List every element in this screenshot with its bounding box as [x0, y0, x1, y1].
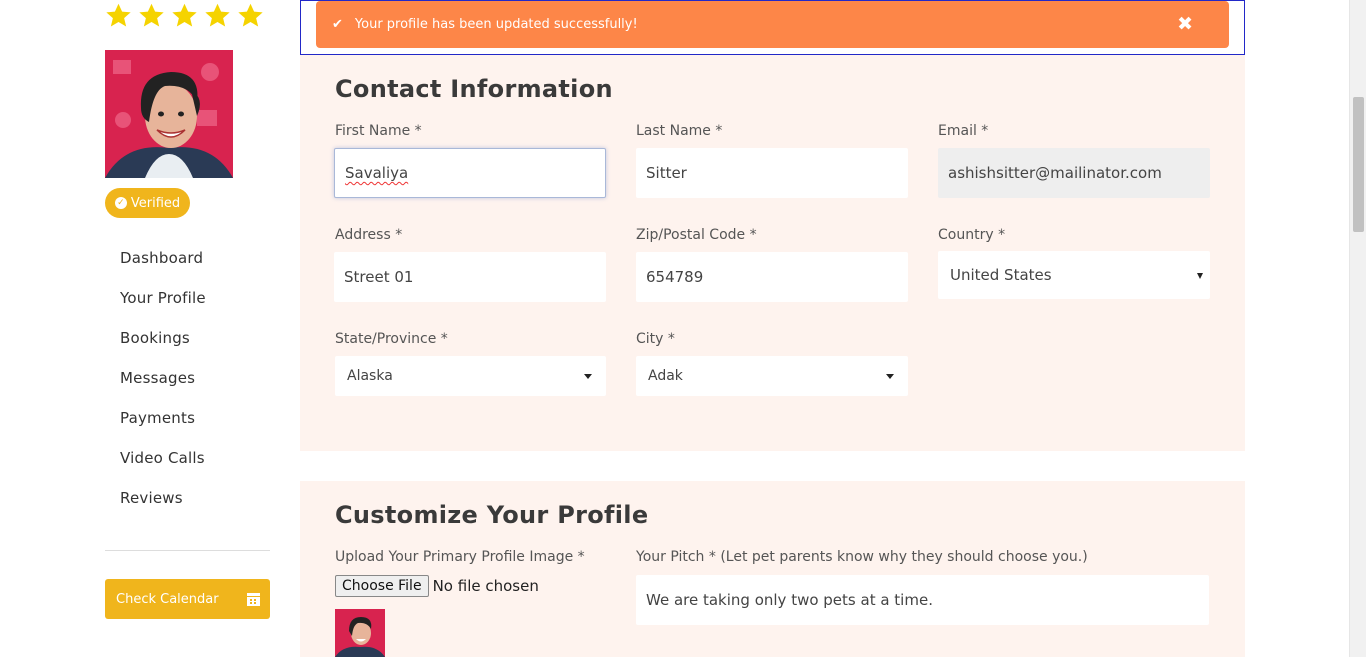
- last-name-label: Last Name *: [636, 123, 723, 139]
- city-label: City *: [636, 331, 675, 347]
- success-alert: ✔ Your profile has been updated successf…: [316, 1, 1229, 48]
- zip-label: Zip/Postal Code *: [636, 227, 757, 243]
- file-status: No file chosen: [432, 577, 539, 595]
- sidebar-item-bookings[interactable]: Bookings: [120, 320, 206, 360]
- choose-file-button[interactable]: Choose File: [335, 575, 429, 597]
- zip-value: 654789: [646, 268, 704, 286]
- address-field[interactable]: Street 01: [334, 252, 606, 302]
- close-icon[interactable]: ✖: [1177, 15, 1193, 34]
- check-icon: ✔: [332, 17, 343, 32]
- check-calendar-button[interactable]: Check Calendar: [105, 579, 270, 619]
- sidebar: ✓ Verified Dashboard Your Profile Bookin…: [105, 0, 270, 657]
- sidebar-item-dashboard[interactable]: Dashboard: [120, 240, 206, 280]
- first-name-value: Savaliya: [345, 164, 409, 182]
- last-name-field[interactable]: Sitter: [636, 148, 908, 198]
- sidebar-item-reviews[interactable]: Reviews: [120, 480, 206, 520]
- city-value: Adak: [648, 368, 683, 384]
- rating-stars: [105, 2, 264, 30]
- customize-profile-title: Customize Your Profile: [335, 501, 649, 529]
- star-icon: [106, 3, 131, 27]
- address-value: Street 01: [344, 268, 414, 286]
- last-name-value: Sitter: [646, 164, 687, 182]
- pitch-label: Your Pitch * (Let pet parents know why t…: [636, 549, 1088, 565]
- city-select[interactable]: Adak: [636, 356, 908, 396]
- address-label: Address *: [335, 227, 403, 243]
- check-circle-icon: ✓: [114, 197, 127, 209]
- zip-field[interactable]: 654789: [636, 252, 908, 302]
- verified-label: Verified: [130, 195, 181, 211]
- sidebar-nav: Dashboard Your Profile Bookings Messages…: [120, 240, 206, 520]
- calendar-icon: [247, 592, 260, 606]
- chevron-down-icon: [886, 374, 894, 379]
- profile-image-upload: Choose File No file chosen: [335, 575, 539, 597]
- sidebar-divider: [105, 550, 270, 551]
- sidebar-item-video-calls[interactable]: Video Calls: [120, 440, 206, 480]
- star-icon: [205, 3, 230, 27]
- email-label: Email *: [938, 123, 989, 139]
- chevron-down-icon: [584, 374, 592, 379]
- first-name-field[interactable]: Savaliya: [334, 148, 606, 198]
- contact-information-title: Contact Information: [335, 75, 613, 103]
- state-label: State/Province *: [335, 331, 448, 347]
- star-icon: [238, 3, 263, 27]
- sidebar-item-payments[interactable]: Payments: [120, 400, 206, 440]
- avatar: [105, 50, 233, 178]
- sidebar-item-messages[interactable]: Messages: [120, 360, 206, 400]
- email-field: ashishsitter@mailinator.com: [938, 148, 1210, 198]
- alert-message: Your profile has been updated successful…: [354, 17, 638, 32]
- star-icon: [139, 3, 164, 27]
- pitch-value: We are taking only two pets at a time.: [646, 591, 933, 609]
- scrollbar-thumb[interactable]: [1353, 97, 1364, 232]
- state-value: Alaska: [347, 368, 393, 384]
- profile-image-thumbnail: [335, 609, 385, 657]
- sidebar-item-your-profile[interactable]: Your Profile: [120, 280, 206, 320]
- chevron-down-icon: [1197, 273, 1203, 279]
- state-select[interactable]: Alaska: [335, 356, 606, 396]
- star-icon: [172, 3, 197, 27]
- profile-image-label: Upload Your Primary Profile Image *: [335, 549, 585, 565]
- email-value: ashishsitter@mailinator.com: [948, 164, 1162, 182]
- verified-badge: ✓ Verified: [105, 188, 190, 218]
- pitch-field[interactable]: We are taking only two pets at a time.: [636, 575, 1209, 625]
- country-value: United States: [950, 266, 1052, 284]
- first-name-label: First Name *: [335, 123, 422, 139]
- check-calendar-label: Check Calendar: [116, 591, 219, 607]
- country-label: Country *: [938, 227, 1006, 243]
- customize-profile-panel: Customize Your Profile: [300, 481, 1245, 657]
- page-scrollbar[interactable]: [1349, 0, 1366, 657]
- country-select[interactable]: United States: [938, 251, 1210, 299]
